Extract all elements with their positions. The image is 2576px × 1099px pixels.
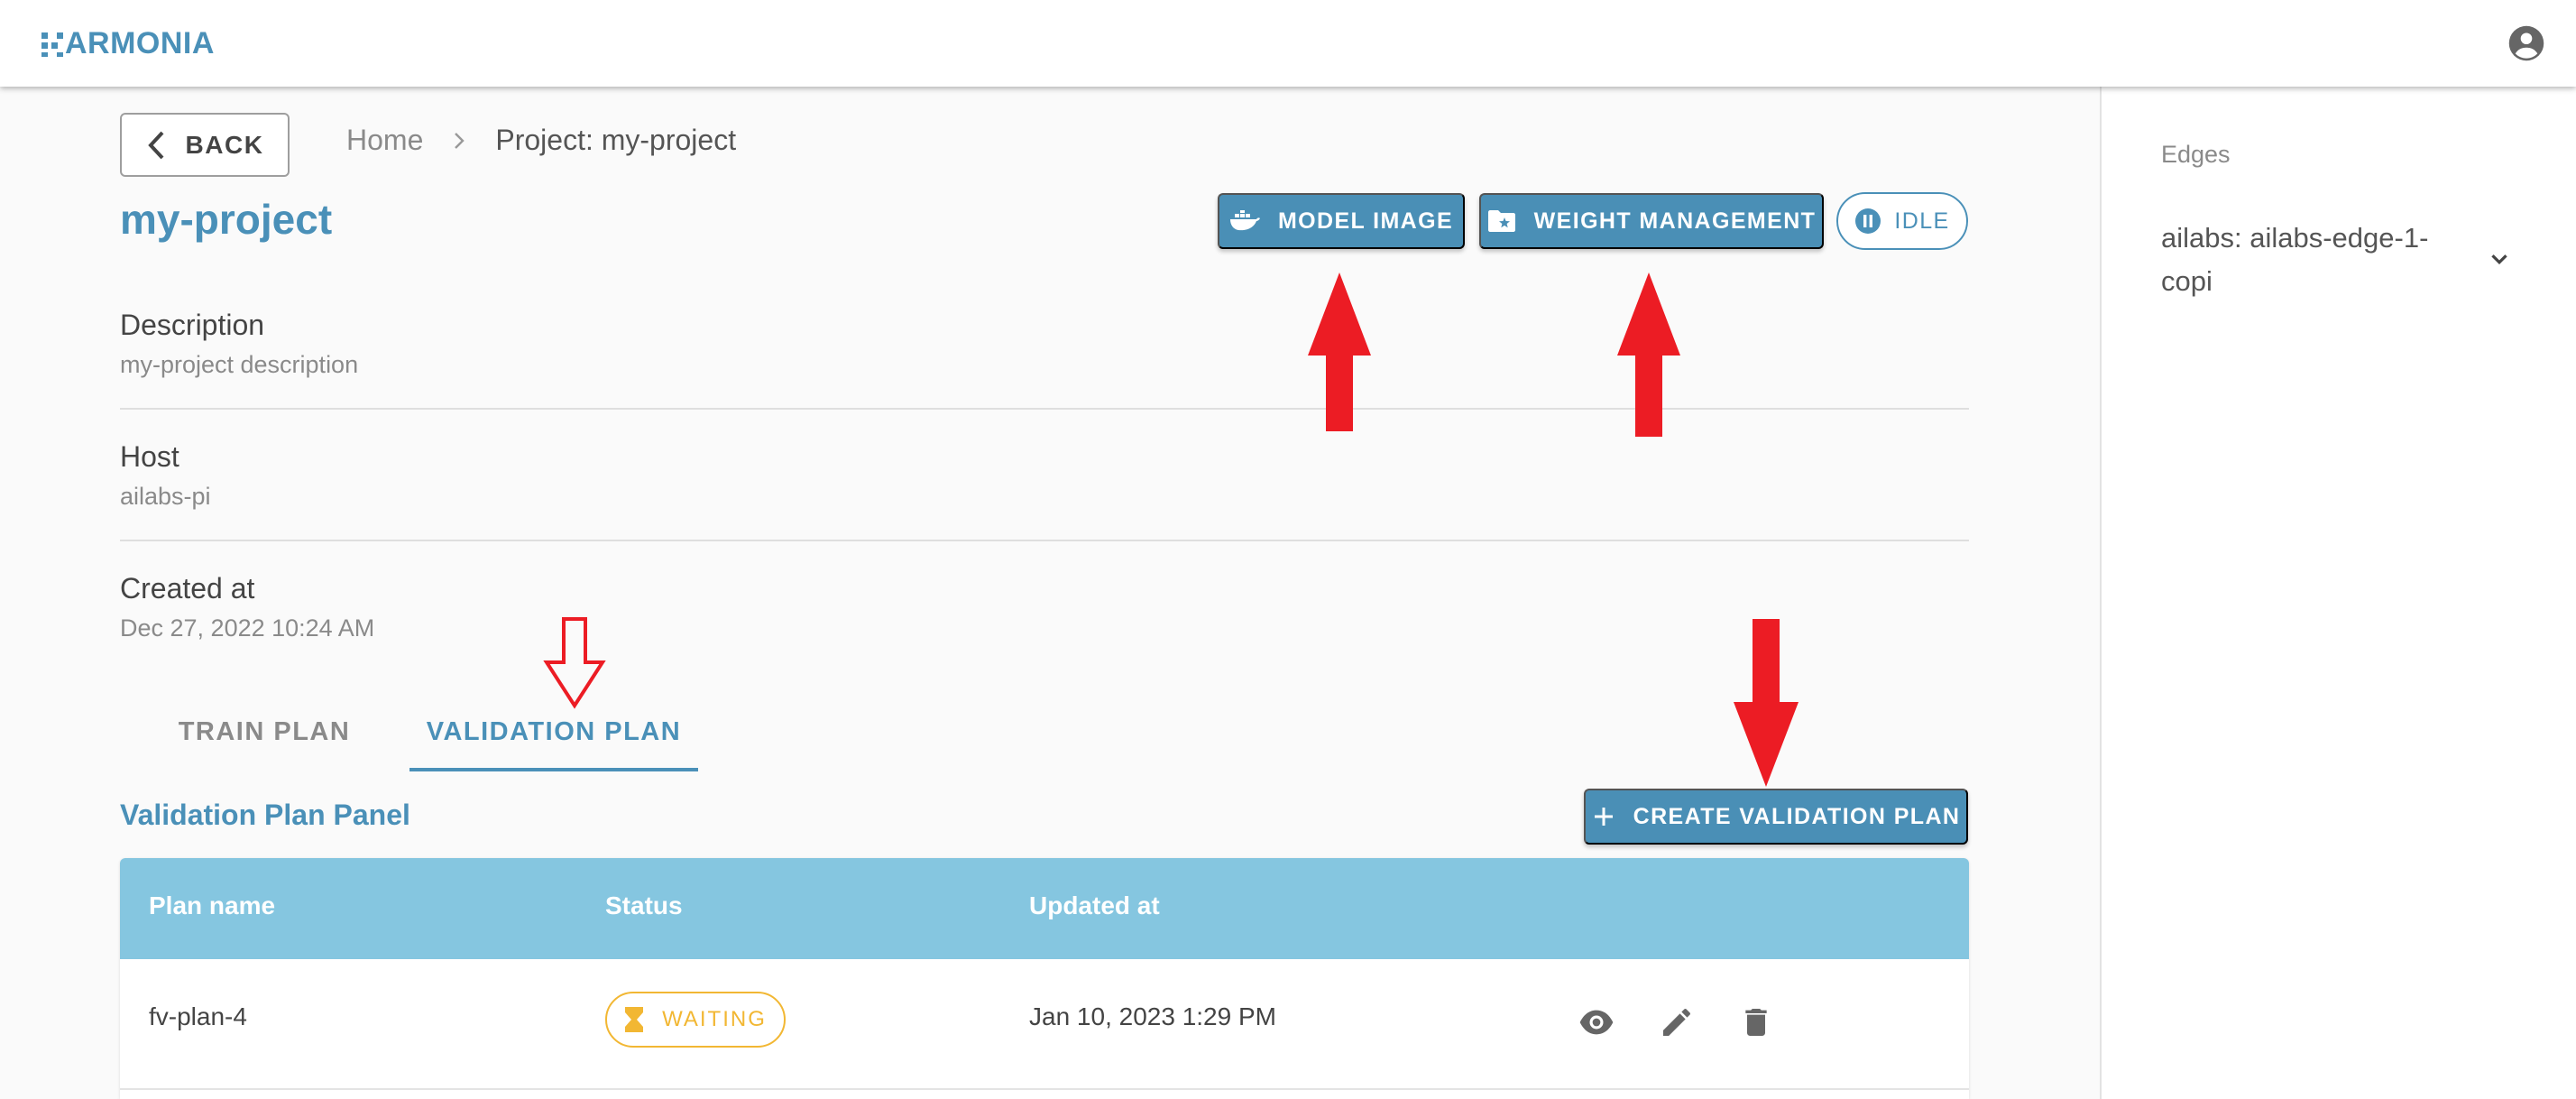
hourglass-icon <box>625 1007 644 1032</box>
validation-plan-table: Plan name Status Updated at fv-plan-4 WA… <box>120 858 1969 1099</box>
edge-item-label[interactable]: ailabs: ailabs-edge-1-copi <box>2161 217 2468 303</box>
breadcrumb-home[interactable]: Home <box>346 124 423 157</box>
status-chip-label: IDLE <box>1894 208 1950 234</box>
description-value: my-project description <box>120 351 359 378</box>
docker-icon <box>1229 210 1260 231</box>
logo-mark-icon <box>41 30 63 57</box>
panel-title: Validation Plan Panel <box>120 799 410 831</box>
create-validation-plan-label: CREATE VALIDATION PLAN <box>1633 803 1961 829</box>
app-logo[interactable]: ARMONIA <box>41 23 215 63</box>
edges-panel: Edges ailabs: ailabs-edge-1-copi <box>2100 87 2576 1099</box>
weight-management-button[interactable]: WEIGHT MANAGEMENT <box>1479 193 1824 249</box>
divider <box>120 408 1969 410</box>
status-chip: IDLE <box>1836 192 1968 250</box>
back-button[interactable]: BACK <box>120 113 290 177</box>
app-bar: ARMONIA <box>0 0 2576 87</box>
annotation-arrow-down-outline <box>543 617 606 709</box>
status-badge: WAITING <box>605 992 786 1048</box>
column-header-updated-at: Updated at <box>1029 891 1160 919</box>
chevron-right-icon <box>455 132 465 149</box>
active-tab-indicator <box>409 768 698 771</box>
annotation-arrow-up <box>1308 272 1371 431</box>
edges-title: Edges <box>2161 141 2231 168</box>
back-button-label: BACK <box>185 130 264 159</box>
column-header-status: Status <box>605 891 683 919</box>
table-header: Plan name Status Updated at <box>120 858 1969 959</box>
account-circle-icon[interactable] <box>2507 24 2545 62</box>
host-value: ailabs-pi <box>120 483 211 510</box>
table-row: fv-plan-4 WAITING Jan 10, 2023 1:29 PM <box>120 959 1969 1090</box>
trash-icon[interactable] <box>1738 1004 1774 1040</box>
plan-name-cell: fv-plan-4 <box>149 1002 247 1030</box>
folder-star-icon <box>1487 210 1515 232</box>
status-badge-label: WAITING <box>662 1007 767 1031</box>
weight-management-label: WEIGHT MANAGEMENT <box>1533 208 1817 234</box>
eye-icon[interactable] <box>1578 1004 1615 1040</box>
logo-text: ARMONIA <box>65 25 215 60</box>
updated-at-cell: Jan 10, 2023 1:29 PM <box>1029 1002 1276 1030</box>
model-image-label: MODEL IMAGE <box>1277 208 1454 234</box>
breadcrumb: Home Project: my-project <box>346 124 736 157</box>
breadcrumb-current: Project: my-project <box>495 124 737 156</box>
pause-circle-icon <box>1855 208 1881 234</box>
annotation-arrow-down <box>1734 619 1799 787</box>
host-label: Host <box>120 440 179 473</box>
column-header-plan-name: Plan name <box>149 891 276 919</box>
created-at-value: Dec 27, 2022 10:24 AM <box>120 614 375 642</box>
create-validation-plan-button[interactable]: CREATE VALIDATION PLAN <box>1584 789 1968 845</box>
created-at-label: Created at <box>120 572 255 605</box>
tab-train-plan[interactable]: TRAIN PLAN <box>153 695 375 769</box>
divider <box>120 540 1969 541</box>
pencil-icon[interactable] <box>1659 1004 1695 1040</box>
description-label: Description <box>120 309 265 341</box>
page-title: my-project <box>120 196 333 243</box>
model-image-button[interactable]: MODEL IMAGE <box>1218 193 1465 249</box>
annotation-arrow-up <box>1617 272 1680 437</box>
chevron-down-icon[interactable] <box>2486 245 2513 272</box>
plus-icon <box>1594 808 1613 826</box>
chevron-left-icon <box>147 131 164 159</box>
